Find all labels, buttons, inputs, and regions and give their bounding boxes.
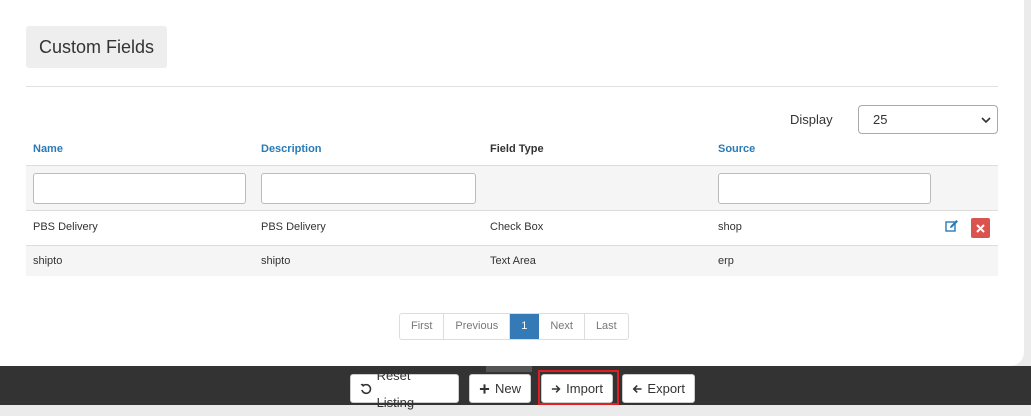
page-last-button[interactable]: Last bbox=[585, 314, 628, 339]
plus-icon bbox=[479, 383, 490, 394]
cell-source: erp bbox=[718, 255, 734, 267]
cell-name: PBS Delivery bbox=[33, 221, 98, 233]
close-icon bbox=[976, 224, 985, 233]
new-label: New bbox=[494, 381, 521, 396]
chevron-down-icon bbox=[981, 117, 991, 124]
pagination: First Previous 1 Next Last bbox=[399, 313, 629, 340]
cell-field-type: Text Area bbox=[490, 255, 536, 267]
edit-icon[interactable] bbox=[945, 219, 959, 233]
description-filter-input[interactable] bbox=[261, 173, 476, 204]
display-select-value: 25 bbox=[873, 112, 888, 127]
source-filter-input[interactable] bbox=[718, 173, 931, 204]
column-header-name[interactable]: Name bbox=[33, 143, 63, 155]
divider bbox=[26, 86, 998, 87]
arrow-left-icon bbox=[632, 384, 642, 393]
new-button[interactable]: New bbox=[469, 374, 531, 403]
cell-field-type: Check Box bbox=[490, 221, 544, 233]
table-row: shipto shipto Text Area erp bbox=[26, 246, 998, 276]
page-first-button[interactable]: First bbox=[400, 314, 445, 339]
delete-button[interactable] bbox=[971, 218, 990, 238]
reset-listing-label: Reset Listing bbox=[376, 367, 415, 410]
cell-description: shipto bbox=[261, 255, 291, 267]
import-highlight-box bbox=[538, 370, 619, 405]
cell-source: shop bbox=[718, 221, 742, 233]
column-header-description[interactable]: Description bbox=[261, 143, 322, 155]
main-panel: Custom Fields Display 25 Name Descriptio… bbox=[0, 0, 1024, 366]
filter-row bbox=[26, 165, 998, 211]
page-next-button[interactable]: Next bbox=[539, 314, 585, 339]
table-row: PBS Delivery PBS Delivery Check Box shop bbox=[26, 211, 998, 246]
cell-description: PBS Delivery bbox=[261, 221, 326, 233]
column-header-source[interactable]: Source bbox=[718, 143, 755, 155]
tooltip-remnant bbox=[486, 366, 532, 372]
reset-listing-button[interactable]: Reset Listing bbox=[350, 368, 459, 410]
page-current-button[interactable]: 1 bbox=[510, 314, 540, 339]
page-previous-button[interactable]: Previous bbox=[444, 314, 511, 339]
undo-icon bbox=[360, 383, 372, 394]
name-filter-input[interactable] bbox=[33, 173, 246, 204]
export-label: Export bbox=[647, 381, 685, 396]
display-select[interactable]: 25 bbox=[858, 105, 998, 134]
display-label: Display bbox=[790, 112, 833, 127]
column-header-field-type: Field Type bbox=[490, 143, 544, 155]
page-title: Custom Fields bbox=[26, 26, 168, 68]
cell-name: shipto bbox=[33, 255, 63, 267]
export-button[interactable]: Export bbox=[622, 374, 695, 403]
